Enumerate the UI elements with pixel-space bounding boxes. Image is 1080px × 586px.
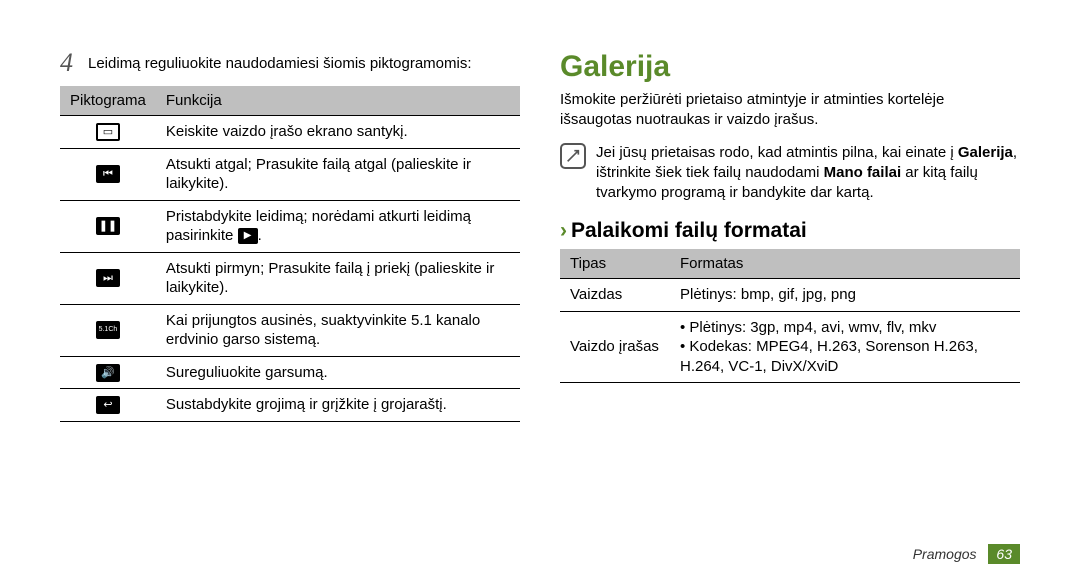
step-number: 4 [60,50,80,76]
table-row: Vaizdo įrašasPlėtinys: 3gp, mp4, avi, wm… [560,311,1020,383]
icon-cell: 5.1Ch [60,304,156,356]
play-icon: ▶ [238,228,258,244]
icon-function-table: Piktograma Funkcija ▭ Keiskite vaizdo įra… [60,86,520,422]
icon-cell: ❚❚ [60,200,156,252]
volume-icon: 🔊 [96,364,120,382]
icon-cell: ↩ [60,389,156,422]
function-cell: Sustabdykite grojimą ir grįžkite į groja… [156,389,520,422]
step-instruction: Leidimą reguliuokite naudodamiesi šiomis… [88,50,472,76]
table-row: VaizdasPlėtinys: bmp, gif, jpg, png [560,279,1020,312]
surround-icon: 5.1Ch [96,321,120,339]
function-cell: Keiskite vaizdo įrašo ekrano santykį. [156,116,520,149]
table-row: ⏭ Atsukti pirmyn; Prasukite failą į priek… [60,252,520,304]
icon-cell: ⏭ [60,252,156,304]
page-footer: Pramogos 63 [913,544,1020,564]
subheading: ›Palaikomi failų formatai [560,219,1020,243]
icon-cell: 🔊 [60,356,156,389]
pause-icon: ❚❚ [96,217,120,235]
header-icon: Piktograma [60,86,156,116]
left-column: 4 Leidimą reguliuokite naudodamiesi šiom… [60,50,520,422]
function-cell: Atsukti pirmyn; Prasukite failą į priekį… [156,252,520,304]
list-item: Plėtinys: 3gp, mp4, avi, wmv, flv, mkv [680,318,1010,338]
header-format: Formatas [670,249,1020,279]
note-box: Jei jūsų prietaisas rodo, kad atmintis p… [560,143,1020,204]
format-cell: Plėtinys: 3gp, mp4, avi, wmv, flv, mkvKo… [670,311,1020,383]
intro-text: Išmokite peržiūrėti prietaiso atmintyje … [560,90,1020,131]
back-icon: ↩ [96,396,120,414]
page-title: Galerija [560,50,1020,84]
format-cell: Plėtinys: bmp, gif, jpg, png [670,279,1020,312]
chevron-icon: › [560,219,567,242]
step-4: 4 Leidimą reguliuokite naudodamiesi šiom… [60,50,520,76]
table-row: ⏮ Atsukti atgal; Prasukite failą atgal (p… [60,148,520,200]
function-cell: Atsukti atgal; Prasukite failą atgal (pa… [156,148,520,200]
rewind-icon: ⏮ [96,165,120,183]
note-text: Jei jūsų prietaisas rodo, kad atmintis p… [596,143,1020,204]
right-column: Galerija Išmokite peržiūrėti prietaiso a… [560,50,1020,422]
screen-ratio-icon: ▭ [96,123,120,141]
footer-page-number: 63 [988,544,1020,564]
function-cell: Pristabdykite leidimą; norėdami atkurti … [156,200,520,252]
table-row: 5.1Ch Kai prijungtos ausinės, suaktyvinki… [60,304,520,356]
list-item: Kodekas: MPEG4, H.263, Sorenson H.263, H… [680,337,1010,376]
icon-cell: ⏮ [60,148,156,200]
footer-section: Pramogos [913,546,977,562]
function-cell: Sureguliuokite garsumą. [156,356,520,389]
format-table: Tipas Formatas VaizdasPlėtinys: bmp, gif… [560,249,1020,383]
note-icon [560,143,586,169]
function-cell: Kai prijungtos ausinės, suaktyvinkite 5.… [156,304,520,356]
header-function: Funkcija [156,86,520,116]
header-type: Tipas [560,249,670,279]
forward-icon: ⏭ [96,269,120,287]
type-cell: Vaizdo įrašas [560,311,670,383]
table-row: 🔊 Sureguliuokite garsumą. [60,356,520,389]
table-row: ↩ Sustabdykite grojimą ir grįžkite į groj… [60,389,520,422]
type-cell: Vaizdas [560,279,670,312]
icon-cell: ▭ [60,116,156,149]
table-row: ▭ Keiskite vaizdo įrašo ekrano santykį. [60,116,520,149]
table-row: ❚❚ Pristabdykite leidimą; norėdami atkurt… [60,200,520,252]
